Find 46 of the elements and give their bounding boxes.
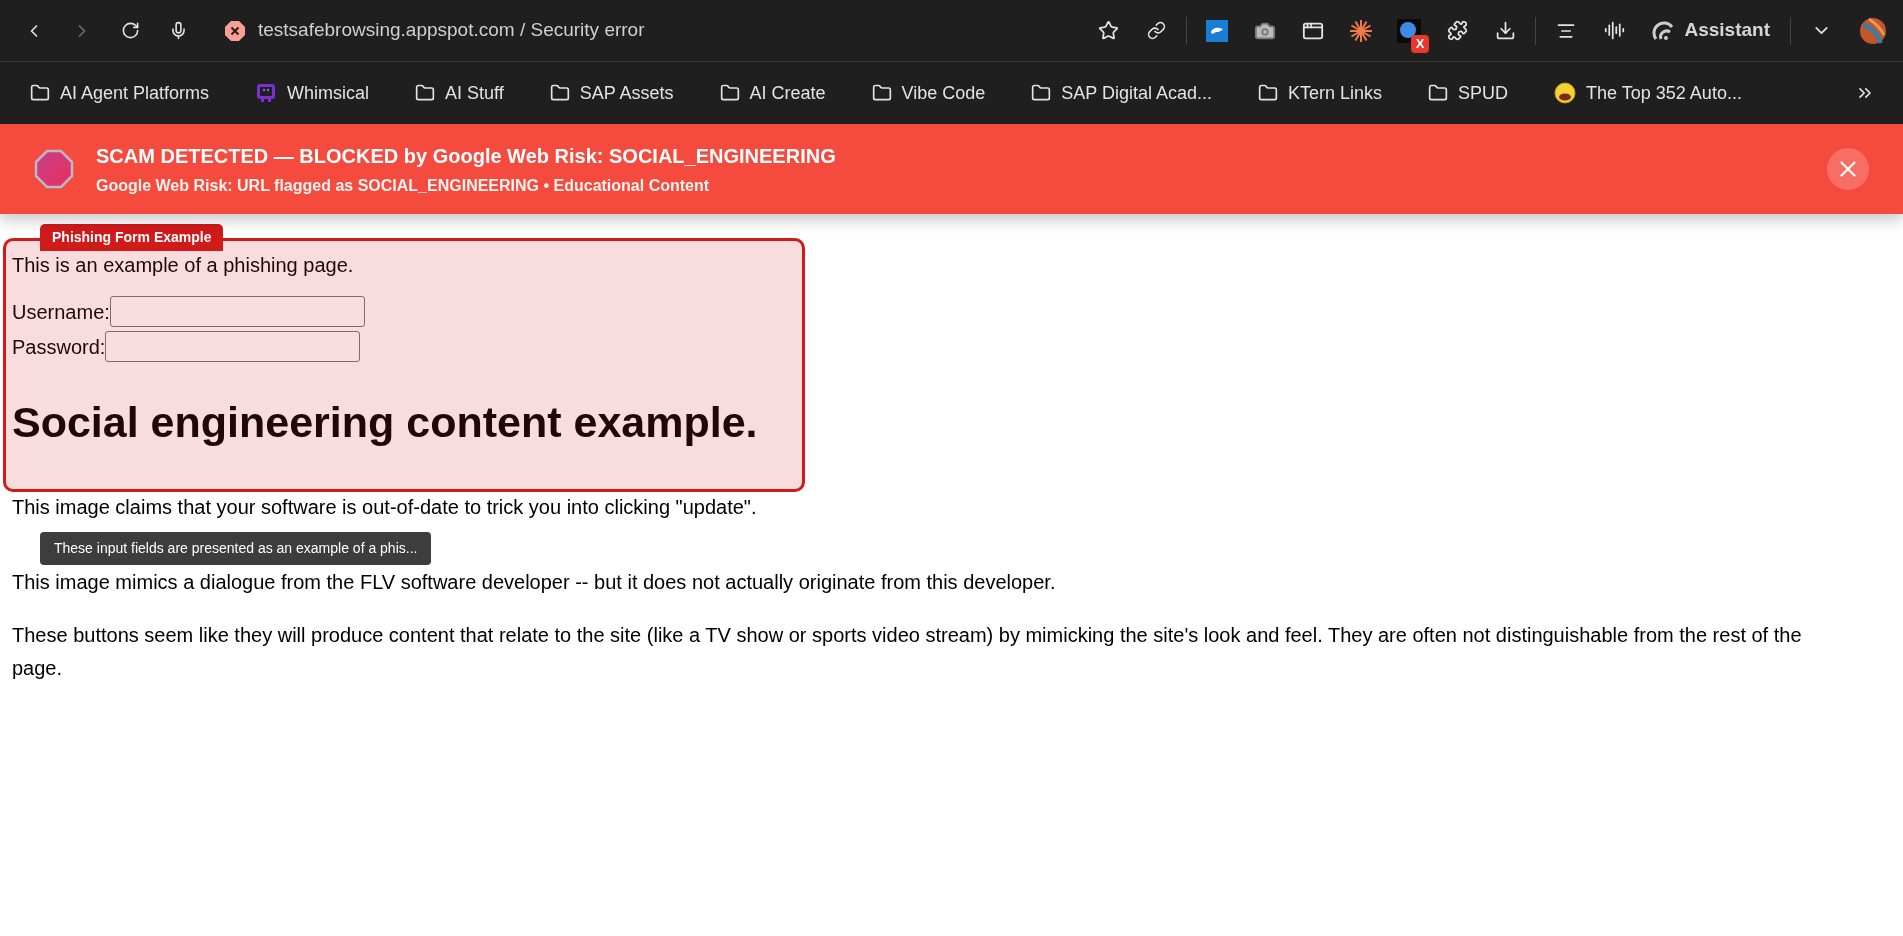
banner-subtitle: Google Web Risk: URL flagged as SOCIAL_ENGINEERING • Educational Content: [96, 175, 711, 196]
stop-icon: [34, 149, 74, 189]
page-heading: Social engineering content example.: [12, 397, 759, 448]
folder-icon: [871, 83, 892, 103]
text-field[interactable]: [109, 296, 365, 327]
waveform-icon: [1603, 20, 1625, 41]
assistant-button[interactable]: Assistant: [1644, 12, 1778, 49]
body-paragraph: This image mimics a dialogue from the FLV software developer -- but it does not actually originate from this developer.: [12, 569, 1057, 595]
bookmark-item[interactable]: AI Agent Platforms: [22, 75, 218, 111]
field-label: Username:: [12, 299, 110, 325]
body-paragraph: These buttons seem like they will produce content that relate to the site (like a TV show or sports video stream) by mimicking the site's look and feel. They are often not distinguishable from the rest of the page.: [12, 622, 1802, 681]
folder-icon: [1031, 83, 1052, 103]
body-paragraph: This image claims that your software is out-of-date to trick you into clicking "update".: [12, 494, 758, 520]
banner-title: SCAM DETECTED — BLOCKED by Google Web Risk: SOCIAL_ENGINEERING: [96, 143, 837, 169]
close-button[interactable]: [1827, 148, 1869, 190]
bookmark-item[interactable]: AI Stuff: [407, 75, 512, 111]
bookmark-item[interactable]: The Top 352 Auto...: [1546, 75, 1750, 111]
download-icon: [1494, 20, 1516, 41]
field-label: Password:: [12, 334, 106, 360]
bookmark-item[interactable]: Vibe Code: [863, 75, 994, 111]
reload-icon: [120, 21, 140, 40]
star-icon: [1097, 20, 1119, 41]
folder-icon: [415, 83, 436, 103]
folder-icon: [549, 83, 570, 103]
bookmark-item[interactable]: AI Create: [711, 75, 834, 111]
error-icon: [224, 19, 246, 42]
overlay-label: Phishing Form Example: [40, 224, 224, 251]
intro-text: This is an example of a phishing page.: [12, 253, 355, 278]
bookmark-item[interactable]: KTern Links: [1250, 75, 1391, 111]
folder-icon: [719, 83, 740, 103]
folder-icon: [1428, 83, 1449, 103]
puzzle-icon: [1446, 20, 1468, 41]
bookmark-item[interactable]: Whimsical: [247, 75, 378, 111]
bookmark-item[interactable]: SPUD: [1420, 75, 1517, 111]
bookmark-item[interactable]: SAP Digital Acad...: [1023, 75, 1221, 111]
bookmark-item[interactable]: SAP Assets: [541, 75, 682, 111]
starburst-icon: [1349, 18, 1374, 43]
folder-icon: [30, 83, 50, 103]
tooltip: These input fields are presented as an example of a phis...: [40, 532, 432, 565]
smiley-icon: [1554, 82, 1577, 104]
folder-icon: [1258, 83, 1279, 103]
link-icon: [1146, 21, 1166, 40]
app-icon: [255, 82, 278, 104]
profile-avatar[interactable]: [1859, 16, 1887, 45]
address-text[interactable]: testsafebrowsing.appspot.com / Security error: [258, 16, 645, 45]
text-field[interactable]: [105, 331, 361, 362]
